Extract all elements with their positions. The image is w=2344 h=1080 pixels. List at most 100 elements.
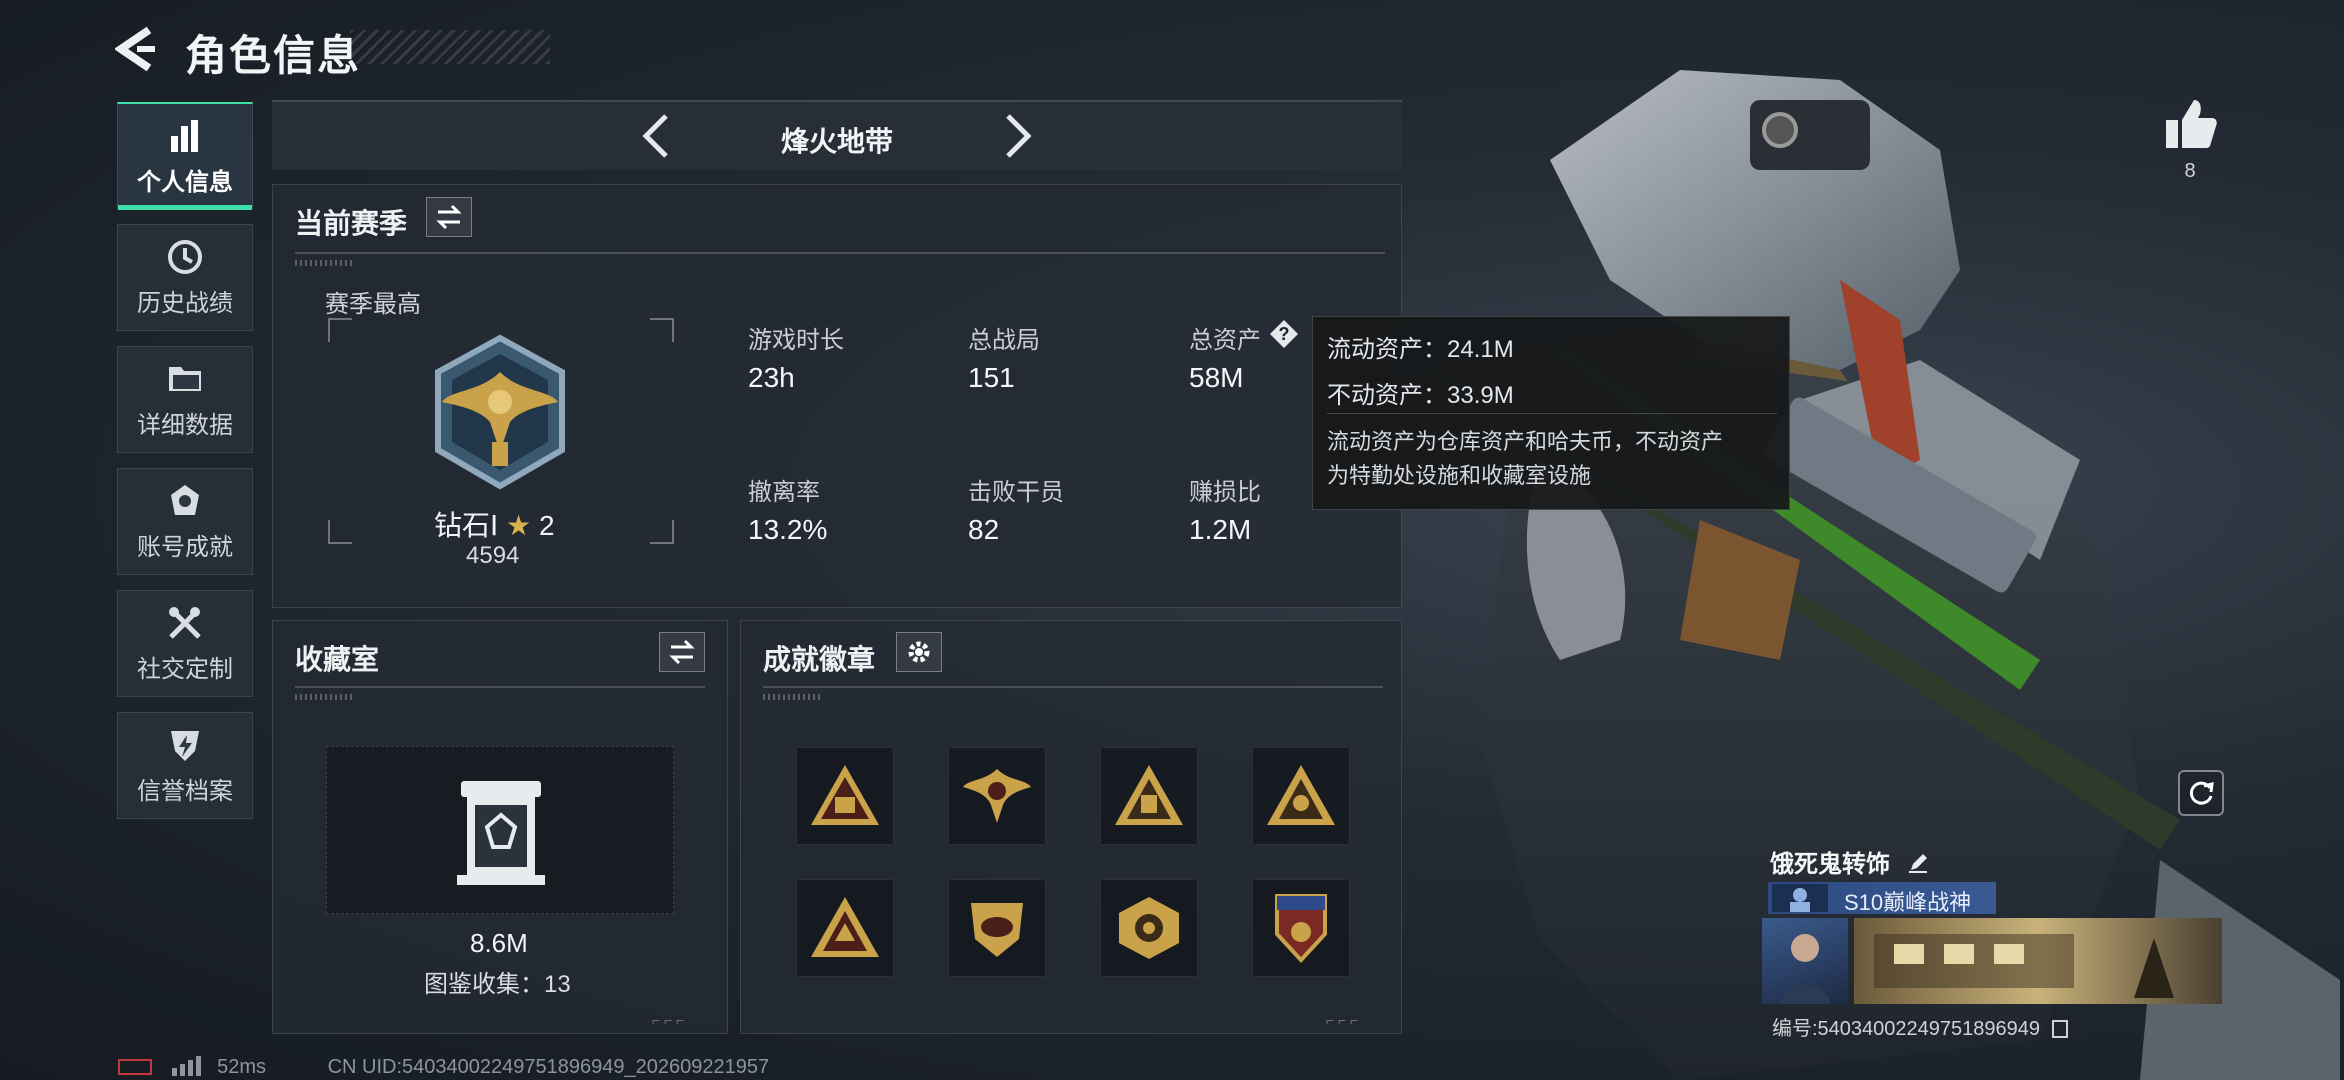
player-avatar xyxy=(1762,918,1848,1004)
rank-score: 4594 xyxy=(466,542,520,569)
achievement-badge[interactable] xyxy=(948,879,1046,977)
collection-count: 图鉴收集：13 xyxy=(424,971,571,998)
ping-value: 52ms xyxy=(217,1056,267,1078)
nickname-text: 饿死鬼转饰 xyxy=(1770,851,1890,878)
assets-tooltip: 流动资产：24.1M 不动资产：33.9M 流动资产为仓库资产和哈夫币，不动资产… xyxy=(1312,316,1790,510)
svg-text:?: ? xyxy=(1279,324,1290,344)
sidebar-item-label: 个人信息 xyxy=(137,168,233,196)
divider xyxy=(1327,413,1777,414)
tooltip-desc-line-1: 流动资产为仓库资产和哈夫币，不动资产 xyxy=(1327,429,1724,454)
triangle-badge-icon xyxy=(1267,765,1335,825)
stat-label-profit-ratio: 赚损比 xyxy=(1189,479,1261,506)
stat-value-playtime: 23h xyxy=(748,362,795,393)
shield-badge-icon xyxy=(971,903,1023,957)
name-card-banner xyxy=(1854,918,2222,1004)
sidebar-item-reputation[interactable]: 信誉档案 xyxy=(117,712,253,819)
stat-value-kills: 82 xyxy=(968,514,1000,545)
next-mode-button[interactable] xyxy=(990,110,1042,162)
shield-badge-icon xyxy=(1275,894,1327,963)
achievement-badge[interactable] xyxy=(1100,879,1198,977)
sidebar-item-history[interactable]: 历史战绩 xyxy=(117,224,253,331)
profile-card[interactable] xyxy=(1762,918,2222,1004)
thumbs-up-icon xyxy=(2166,100,2217,148)
sidebar-item-label: 社交定制 xyxy=(137,656,233,683)
like-count: 8 xyxy=(2184,160,2196,182)
banner-art-icon xyxy=(1874,934,2174,998)
title-tag-text: S10巅峰战神 xyxy=(1844,890,1972,915)
status-bar: 52ms CN UID:54034002249751896949_2026092… xyxy=(118,1056,769,1079)
triangle-badge-icon xyxy=(811,897,879,957)
achievement-badge[interactable] xyxy=(1252,879,1350,977)
eagle-badge-icon xyxy=(963,769,1031,823)
avatar-figure-icon xyxy=(1780,934,1830,1004)
tools-icon xyxy=(169,607,201,639)
collection-switch-button[interactable] xyxy=(659,632,705,672)
sidebar-item-achievements[interactable]: 账号成就 xyxy=(117,468,253,575)
shield-lightning-icon xyxy=(171,731,199,761)
collection-case-icon xyxy=(457,781,545,885)
achievement-icon xyxy=(171,485,199,515)
edit-icon[interactable] xyxy=(1907,851,1929,878)
swap-icon xyxy=(436,204,462,230)
divider xyxy=(295,686,705,688)
back-button[interactable] xyxy=(113,26,165,72)
history-clock-icon xyxy=(168,240,202,274)
sidebar-item-label: 账号成就 xyxy=(137,534,233,561)
stat-label-kills: 击败干员 xyxy=(968,479,1064,506)
bar-chart-icon xyxy=(171,119,198,152)
rank-stars: 2 xyxy=(538,510,555,541)
achievement-badge[interactable] xyxy=(1252,747,1350,845)
achievement-badge[interactable] xyxy=(1100,747,1198,845)
stat-value-assets: 58M xyxy=(1189,362,1244,393)
season-best-label: 赛季最高 xyxy=(325,291,421,318)
player-serial: 编号:54034002249751896949 xyxy=(1772,1012,2068,1041)
copy-icon[interactable] xyxy=(2051,1020,2068,1038)
page-title: 角色信息 xyxy=(185,32,362,79)
collection-heading: 收藏室 xyxy=(295,644,380,675)
frame-corner xyxy=(650,318,674,342)
sidebar-item-details[interactable]: 详细数据 xyxy=(117,346,253,453)
player-nickname: 饿死鬼转饰 xyxy=(1770,844,1929,879)
mode-selector: 烽火地带 xyxy=(272,100,1402,170)
decoration xyxy=(295,694,355,700)
assets-help-button[interactable]: ? xyxy=(1268,318,1300,350)
refresh-icon xyxy=(2189,781,2214,805)
season-heading: 当前赛季 xyxy=(295,208,408,239)
back-arrow-icon xyxy=(113,26,155,72)
achievement-heading: 成就徽章 xyxy=(763,644,876,675)
folder-icon xyxy=(169,367,201,391)
title-portrait-icon xyxy=(1772,884,1828,912)
mode-title: 烽火地带 xyxy=(780,126,893,157)
season-switch-button[interactable] xyxy=(426,197,472,237)
triangle-badge-icon xyxy=(1115,765,1183,825)
stat-label-matches: 总战局 xyxy=(968,327,1040,354)
collection-preview[interactable] xyxy=(326,746,674,914)
decoration xyxy=(295,260,355,266)
achievement-badge[interactable] xyxy=(796,747,894,845)
achievement-settings-button[interactable] xyxy=(896,632,942,672)
sidebar-item-personal-info[interactable]: 个人信息 xyxy=(117,102,253,210)
stat-label-playtime: 游戏时长 xyxy=(748,327,844,354)
fixed-assets: 不动资产：33.9M xyxy=(1327,382,1514,409)
tooltip-desc-line-2: 为特勤处设施和收藏室设施 xyxy=(1327,463,1592,488)
like-button[interactable] xyxy=(2160,96,2220,152)
frame-corner xyxy=(650,520,674,544)
sidebar-item-social[interactable]: 社交定制 xyxy=(117,590,253,697)
battery-icon xyxy=(118,1059,152,1075)
refresh-button[interactable] xyxy=(2178,770,2224,816)
frame-corner xyxy=(328,520,352,544)
title-tag[interactable]: S10巅峰战神 xyxy=(1768,882,1996,915)
account-uid: CN UID:54034002249751896949_202609221957 xyxy=(327,1056,770,1078)
achievement-badge[interactable] xyxy=(796,879,894,977)
achievement-badge[interactable] xyxy=(948,747,1046,845)
chevron-right-icon xyxy=(1006,114,1032,158)
divider xyxy=(295,252,1385,254)
stat-value-matches: 151 xyxy=(968,362,1015,393)
star-icon: ★ xyxy=(506,510,532,541)
divider xyxy=(763,686,1383,688)
stat-value-profit-ratio: 1.2M xyxy=(1189,514,1252,545)
sidebar-item-label: 信誉档案 xyxy=(137,778,233,805)
sidebar-item-label: 历史战绩 xyxy=(137,290,233,317)
rank-name: 钻石Ⅰ ★ 2 xyxy=(434,504,555,544)
swap-icon xyxy=(669,639,695,665)
